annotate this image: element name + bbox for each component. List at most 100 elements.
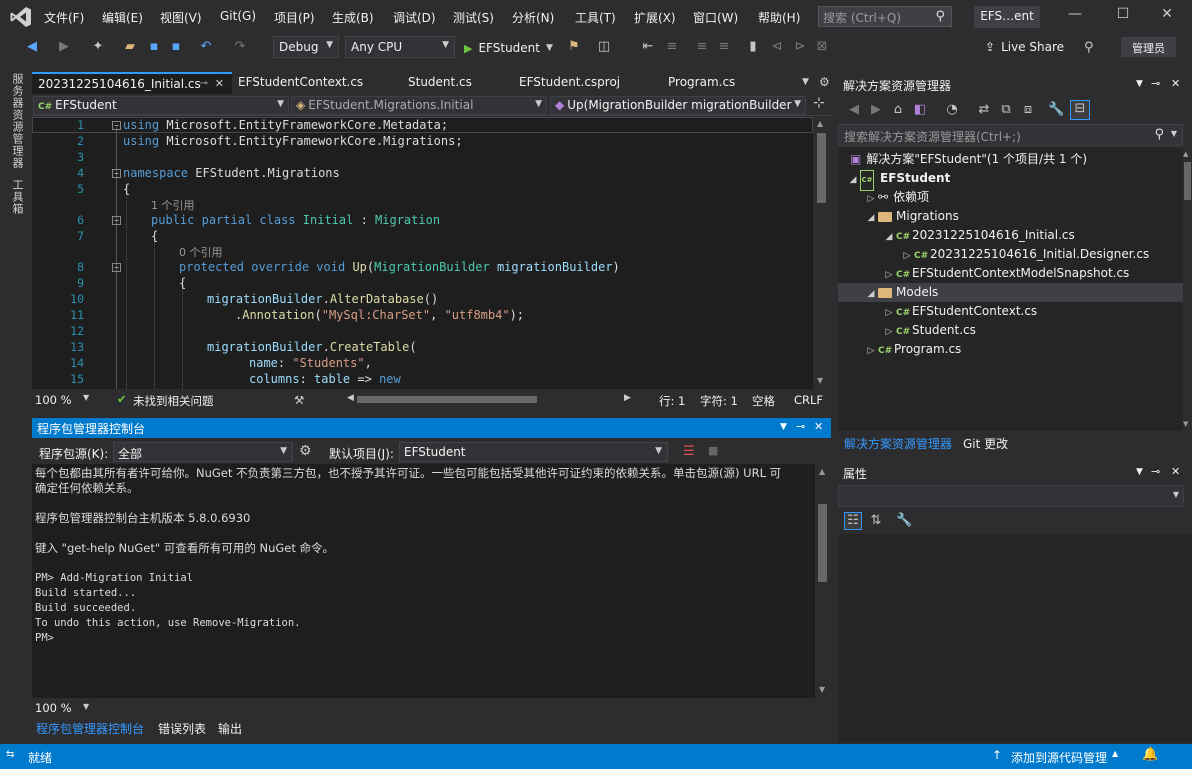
bookmark-next-icon[interactable]: ⊳ — [792, 39, 808, 55]
fold-collapse-icon[interactable]: − — [112, 263, 121, 272]
pmc-console-output[interactable]: 每个包都由其所有者许可给你。NuGet 不负责第三方包，也不授予其许可证。一些包… — [32, 464, 815, 698]
tree-node-dependencies[interactable]: ▷ ⚯ 依赖项 — [864, 188, 930, 207]
tree-node-context[interactable]: ▷ C# EFStudentContext.cs — [882, 302, 1038, 321]
save-icon[interactable]: ▪ — [146, 39, 162, 55]
sort-alpha-icon[interactable]: ⇅ — [868, 513, 884, 529]
scroll-up-icon[interactable]: ▲ — [819, 467, 825, 476]
chevron-down-icon[interactable]: ▼ — [1136, 467, 1143, 477]
chevron-down-icon[interactable]: ▼ — [83, 393, 89, 402]
collapse-all-icon[interactable]: ⧉ — [998, 102, 1014, 118]
comment-icon[interactable]: ≡ — [694, 39, 710, 55]
bookmark-clear-icon[interactable]: ⊠ — [814, 39, 830, 55]
close-icon[interactable]: ✕ — [814, 420, 823, 433]
attach-icon[interactable]: ⚑ — [566, 39, 582, 55]
chevron-down-icon[interactable]: ▼ — [83, 702, 89, 711]
tab-package-manager-console[interactable]: 程序包管理器控制台 — [36, 720, 144, 737]
scroll-thumb[interactable] — [818, 504, 827, 582]
indent-mode[interactable]: 空格 — [752, 393, 775, 409]
default-project-combo[interactable]: EFStudent ▼ — [399, 442, 668, 462]
live-share-button[interactable]: ⇪ Live Share — [985, 40, 1064, 54]
brush-icon[interactable]: ⚒ — [294, 393, 304, 407]
codelens-references[interactable]: 0 个引用 — [179, 244, 223, 260]
menu-test[interactable]: 测试(S) — [453, 9, 494, 26]
tree-node-migrations[interactable]: ◢ Migrations — [864, 207, 959, 226]
browser-icon[interactable]: ◫ — [596, 39, 612, 55]
toolbox-tab[interactable]: 工具箱 — [9, 179, 25, 215]
property-pages-icon[interactable]: 🔧 — [896, 513, 912, 529]
back-icon[interactable]: ◀ — [846, 102, 862, 118]
split-editor-icon[interactable]: ⊹ — [813, 95, 825, 111]
start-debug-button[interactable]: ▶ EFStudent ▼ — [464, 38, 553, 58]
menu-tools[interactable]: 工具(T) — [575, 9, 616, 26]
pin-icon[interactable]: ⊸ — [1151, 77, 1160, 90]
expanded-icon[interactable]: ◢ — [864, 209, 878, 228]
expanded-icon[interactable]: ◢ — [864, 285, 878, 304]
scroll-up-icon[interactable]: ▲ — [1183, 150, 1188, 158]
redo-icon[interactable]: ↷ — [232, 39, 248, 55]
scroll-down-icon[interactable]: ▼ — [819, 685, 825, 694]
new-project-icon[interactable]: ✦ — [90, 39, 106, 55]
menu-view[interactable]: 视图(V) — [160, 9, 202, 26]
global-search-input[interactable]: 搜索 (Ctrl+Q) ⚲ — [818, 6, 952, 27]
chevron-down-icon[interactable]: ▼ — [780, 422, 787, 432]
stop-icon[interactable]: ■ — [708, 444, 718, 457]
step-icon[interactable]: ⇤ — [640, 39, 656, 55]
tree-node-solution[interactable]: ▣ 解决方案"EFStudent"(1 个项目/共 1 个) — [850, 150, 1087, 169]
tree-node-project[interactable]: ◢ C# EFStudent — [846, 169, 950, 191]
menu-build[interactable]: 生成(B) — [332, 9, 374, 26]
feedback-icon[interactable]: ⚲ — [1084, 40, 1094, 55]
uncomment-icon[interactable]: ≡ — [716, 39, 732, 55]
pmc-vertical-scrollbar[interactable]: ▲ ▼ — [815, 464, 831, 698]
tab-efstudentcontext[interactable]: EFStudentContext.cs — [232, 72, 369, 94]
solution-explorer-search-input[interactable]: 搜索解决方案资源管理器(Ctrl+;) ⚲ ▼ — [838, 124, 1183, 146]
editor-vertical-scrollbar[interactable]: ▲ ▼ — [813, 117, 830, 389]
line-ending[interactable]: CRLF — [794, 393, 823, 407]
bookmark-icon[interactable]: ▮ — [745, 39, 761, 55]
package-source-combo[interactable]: 全部 ▼ — [113, 442, 293, 462]
close-icon[interactable]: ✕ — [1171, 77, 1180, 90]
gear-icon[interactable]: ⚙ — [299, 443, 312, 459]
wrench-icon[interactable]: 🔧 — [1048, 102, 1064, 118]
expanded-icon[interactable]: ◢ — [882, 228, 896, 247]
scroll-down-icon[interactable]: ▼ — [1183, 420, 1188, 428]
collapsed-icon[interactable]: ▷ — [864, 342, 878, 361]
menu-edit[interactable]: 编辑(E) — [102, 9, 143, 26]
undo-icon[interactable]: ↶ — [198, 39, 214, 55]
scroll-up-icon[interactable]: ▲ — [817, 119, 823, 128]
switch-views-icon[interactable]: ◧ — [912, 102, 928, 118]
tab-error-list[interactable]: 错误列表 — [158, 720, 206, 737]
chevron-down-icon[interactable]: ▼ — [1171, 129, 1177, 138]
platform-combo[interactable]: Any CPU ▼ — [345, 36, 455, 58]
fold-collapse-icon[interactable]: − — [112, 216, 121, 225]
forward-icon[interactable]: ▶ — [56, 39, 72, 55]
server-explorer-tab[interactable]: 服务器资源管理器 — [9, 73, 25, 169]
back-icon[interactable]: ◀ — [24, 39, 40, 55]
tree-node-models[interactable]: ◢ Models — [838, 283, 1183, 302]
scroll-left-icon[interactable]: ◀ — [347, 393, 354, 403]
code-editor[interactable]: 1 2 3 4 5 6 7 8 9 10 11 12 13 14 15 − − … — [32, 117, 813, 389]
close-button[interactable]: ✕ — [1152, 6, 1182, 28]
tree-node-student[interactable]: ▷ C# Student.cs — [882, 321, 976, 340]
scroll-right-icon[interactable]: ▶ — [624, 393, 631, 403]
menu-debug[interactable]: 调试(D) — [393, 9, 436, 26]
gear-icon[interactable]: ⚙ — [819, 75, 830, 89]
format-icon[interactable]: ≡ — [664, 39, 680, 55]
add-to-source-control-button[interactable]: 添加到源代码管理 — [1011, 749, 1107, 766]
tab-overflow-icon[interactable]: ▼ — [802, 77, 809, 87]
scroll-thumb[interactable] — [1184, 162, 1191, 200]
nav-class-combo[interactable]: ◈ EFStudent.Migrations.Initial ▼ — [291, 96, 547, 115]
pending-changes-icon[interactable]: ◔ — [944, 102, 960, 118]
preview-selected-icon[interactable]: ⊟ — [1070, 100, 1090, 120]
tree-node-initial[interactable]: ◢ C# 20231225104616_Initial.cs — [882, 226, 1075, 245]
tab-student[interactable]: Student.cs — [402, 72, 478, 94]
tree-node-snapshot[interactable]: ▷ C# EFStudentContextModelSnapshot.cs — [882, 264, 1130, 283]
fold-collapse-icon[interactable]: − — [112, 121, 121, 130]
pin-icon[interactable]: ⊸ — [200, 78, 208, 89]
tree-node-designer[interactable]: ▷ C# 20231225104616_Initial.Designer.cs — [900, 245, 1150, 264]
nav-project-combo[interactable]: C# EFStudent ▼ — [33, 96, 289, 115]
solution-tree-scrollbar[interactable]: ▲ ▼ — [1183, 148, 1192, 431]
forward-icon[interactable]: ▶ — [868, 102, 884, 118]
nav-member-combo[interactable]: ◆ Up(MigrationBuilder migrationBuilder ▼ — [550, 96, 806, 115]
bookmark-prev-icon[interactable]: ⊲ — [769, 39, 785, 55]
codelens-references[interactable]: 1 个引用 — [151, 197, 195, 213]
